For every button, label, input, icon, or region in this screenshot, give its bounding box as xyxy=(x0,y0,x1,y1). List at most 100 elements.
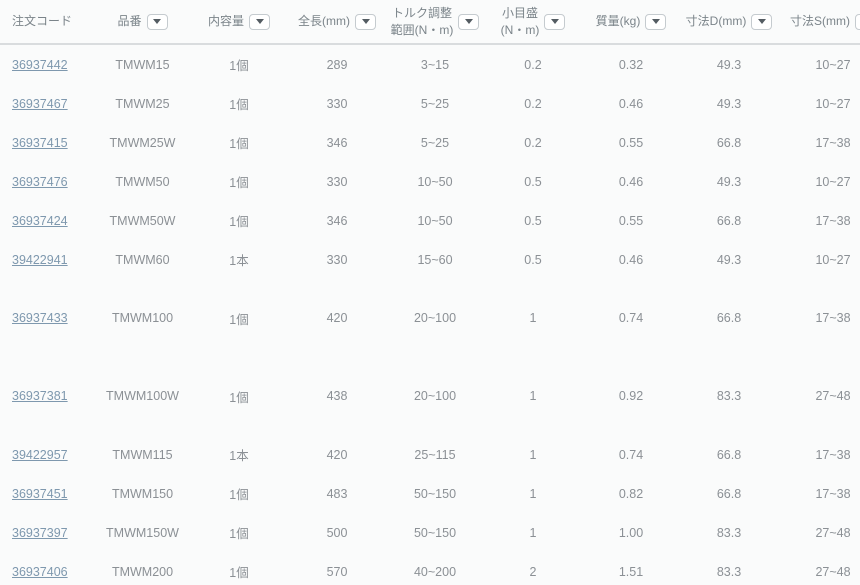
column-header-order-code: 注文コード xyxy=(0,0,95,44)
torque-range-cell: 50~150 xyxy=(386,474,484,513)
order-code-link[interactable]: 36937451 xyxy=(12,487,68,501)
column-header-scale: 小目盛 (N・m) xyxy=(484,0,582,44)
chevron-down-icon xyxy=(153,19,161,24)
table-row: 36937381TMWM100W1個43820~10010.9283.327~4… xyxy=(0,357,860,435)
length-filter-dropdown[interactable] xyxy=(355,14,376,30)
length-cell: 500 xyxy=(288,513,386,552)
chevron-down-icon xyxy=(362,19,370,24)
dimension-s-cell: 10~27 xyxy=(778,162,860,201)
quantity-cell: 1本 xyxy=(190,240,288,279)
column-label: 注文コード xyxy=(12,13,72,29)
quantity-cell: 1個 xyxy=(190,279,288,357)
dimension-d-cell: 66.8 xyxy=(680,474,778,513)
quantity-cell: 1本 xyxy=(190,435,288,474)
table-row: 36937442TMWM151個2893~150.20.3249.310~27 xyxy=(0,44,860,84)
column-header-mass: 質量(kg) xyxy=(582,0,680,44)
column-label: 質量(kg) xyxy=(596,13,641,29)
part-number-filter-dropdown[interactable] xyxy=(147,14,168,30)
quantity-cell: 1個 xyxy=(190,357,288,435)
part-number-cell: TMWM15 xyxy=(95,44,190,84)
length-cell: 420 xyxy=(288,435,386,474)
column-label: 小目盛 (N・m) xyxy=(501,5,540,37)
order-code-link[interactable]: 36937467 xyxy=(12,97,68,111)
mass-cell: 0.32 xyxy=(582,44,680,84)
chevron-down-icon xyxy=(758,19,766,24)
order-code-cell: 36937467 xyxy=(0,84,95,123)
quantity-cell: 1個 xyxy=(190,201,288,240)
order-code-link[interactable]: 36937381 xyxy=(12,389,68,403)
scale-cell: 0.5 xyxy=(484,201,582,240)
part-number-cell: TMWM150 xyxy=(95,474,190,513)
table-row: 39422957TMWM1151本42025~11510.7466.817~38 xyxy=(0,435,860,474)
torque-range-cell: 20~100 xyxy=(386,357,484,435)
scale-cell: 0.2 xyxy=(484,123,582,162)
torque-range-cell: 50~150 xyxy=(386,513,484,552)
order-code-link[interactable]: 39422941 xyxy=(12,253,68,267)
torque-range-cell: 25~115 xyxy=(386,435,484,474)
scale-cell: 2 xyxy=(484,552,582,585)
dimension-s-cell: 27~48 xyxy=(778,513,860,552)
dimension-d-cell: 83.3 xyxy=(680,357,778,435)
order-code-link[interactable]: 36937433 xyxy=(12,311,68,325)
scale-cell: 0.2 xyxy=(484,84,582,123)
length-cell: 346 xyxy=(288,201,386,240)
order-code-link[interactable]: 36937442 xyxy=(12,58,68,72)
part-number-cell: TMWM25W xyxy=(95,123,190,162)
scale-cell: 0.2 xyxy=(484,44,582,84)
scale-cell: 0.5 xyxy=(484,240,582,279)
torque-range-cell: 10~50 xyxy=(386,201,484,240)
order-code-link[interactable]: 36937397 xyxy=(12,526,68,540)
torque-range-cell: 5~25 xyxy=(386,84,484,123)
quantity-cell: 1個 xyxy=(190,552,288,585)
table-row: 36937406TMWM2001個57040~20021.5183.327~48 xyxy=(0,552,860,585)
dimension-d-filter-dropdown[interactable] xyxy=(751,14,772,30)
dimension-s-cell: 10~27 xyxy=(778,84,860,123)
column-header-length: 全長(mm) xyxy=(288,0,386,44)
quantity-cell: 1個 xyxy=(190,474,288,513)
torque-range-cell: 20~100 xyxy=(386,279,484,357)
dimension-s-cell: 17~38 xyxy=(778,279,860,357)
order-code-link[interactable]: 36937476 xyxy=(12,175,68,189)
dimension-d-cell: 49.3 xyxy=(680,44,778,84)
quantity-cell: 1個 xyxy=(190,123,288,162)
order-code-cell: 36937476 xyxy=(0,162,95,201)
part-number-cell: TMWM50W xyxy=(95,201,190,240)
torque-range-filter-dropdown[interactable] xyxy=(458,14,479,30)
mass-cell: 1.00 xyxy=(582,513,680,552)
scale-cell: 1 xyxy=(484,279,582,357)
mass-filter-dropdown[interactable] xyxy=(645,14,666,30)
mass-cell: 0.46 xyxy=(582,84,680,123)
order-code-link[interactable]: 36937415 xyxy=(12,136,68,150)
part-number-cell: TMWM60 xyxy=(95,240,190,279)
column-label: 品番 xyxy=(117,13,141,29)
quantity-filter-dropdown[interactable] xyxy=(249,14,270,30)
torque-range-cell: 40~200 xyxy=(386,552,484,585)
mass-cell: 0.92 xyxy=(582,357,680,435)
order-code-cell: 36937381 xyxy=(0,357,95,435)
mass-cell: 0.46 xyxy=(582,240,680,279)
product-table-viewport: 注文コード 品番 内容量 全長(mm xyxy=(0,0,860,585)
quantity-cell: 1個 xyxy=(190,44,288,84)
length-cell: 330 xyxy=(288,240,386,279)
dimension-d-cell: 49.3 xyxy=(680,240,778,279)
length-cell: 570 xyxy=(288,552,386,585)
column-label: 全長(mm) xyxy=(298,13,350,29)
mass-cell: 0.46 xyxy=(582,162,680,201)
scale-filter-dropdown[interactable] xyxy=(544,14,565,30)
quantity-cell: 1個 xyxy=(190,513,288,552)
table-row: 36937451TMWM1501個48350~15010.8266.817~38 xyxy=(0,474,860,513)
torque-range-cell: 5~25 xyxy=(386,123,484,162)
dimension-s-filter-dropdown[interactable] xyxy=(855,14,860,30)
torque-range-cell: 10~50 xyxy=(386,162,484,201)
order-code-link[interactable]: 39422957 xyxy=(12,448,68,462)
length-cell: 289 xyxy=(288,44,386,84)
order-code-link[interactable]: 36937406 xyxy=(12,565,68,579)
dimension-d-cell: 66.8 xyxy=(680,435,778,474)
torque-range-cell: 15~60 xyxy=(386,240,484,279)
order-code-cell: 36937442 xyxy=(0,44,95,84)
order-code-cell: 36937424 xyxy=(0,201,95,240)
mass-cell: 0.74 xyxy=(582,279,680,357)
order-code-link[interactable]: 36937424 xyxy=(12,214,68,228)
dimension-s-cell: 17~38 xyxy=(778,474,860,513)
mass-cell: 0.82 xyxy=(582,474,680,513)
